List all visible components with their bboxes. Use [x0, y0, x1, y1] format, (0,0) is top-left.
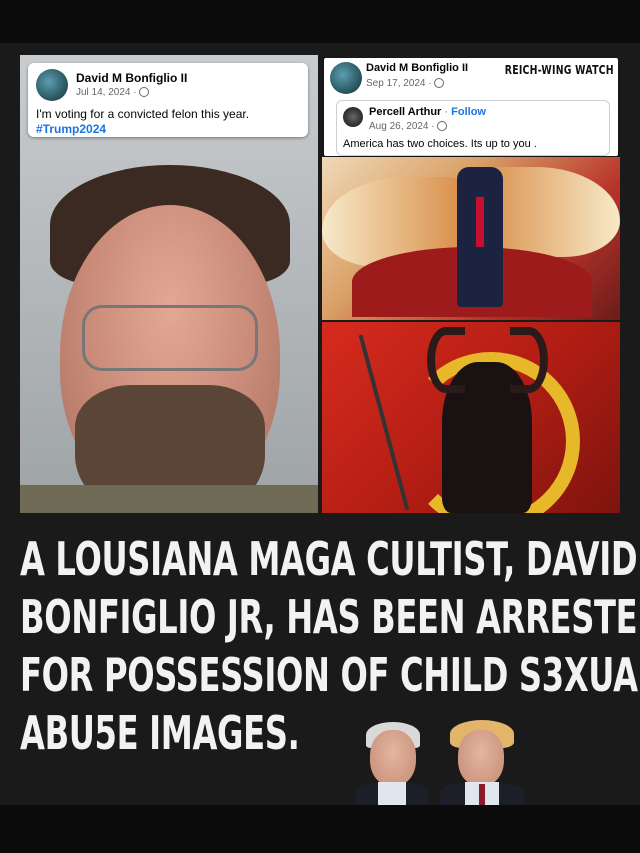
headline: A LOUSIANA MAGA CULTIST, DAVID BONFIGLIO… — [20, 530, 640, 762]
post-date: Jul 14, 2024 · — [76, 87, 149, 98]
follow-button[interactable]: Follow — [451, 106, 486, 118]
portrait-left — [356, 716, 428, 805]
mugshot-shirt — [20, 485, 318, 513]
staff — [358, 334, 410, 511]
watermark-brand: REICH-WING WATCH — [504, 63, 614, 77]
red-tie — [476, 197, 484, 247]
post-date: Sep 17, 2024 · — [366, 78, 444, 89]
portrait-right — [440, 716, 524, 805]
horn-right — [510, 327, 548, 393]
post-text: I'm voting for a convicted felon this ye… — [36, 107, 250, 121]
post-hashtag[interactable]: #Trump2024 — [36, 122, 106, 136]
shared-author[interactable]: Percell Arthur — [369, 106, 441, 118]
headline-line-1: A LOUSIANA MAGA CULTIST, DAVID — [20, 532, 638, 586]
portrait-face — [370, 730, 416, 786]
author-avatar[interactable] — [330, 62, 362, 94]
author-avatar[interactable] — [36, 69, 68, 101]
portrait-tie — [479, 784, 485, 805]
shared-author-avatar[interactable] — [343, 107, 363, 127]
post-author[interactable]: David M Bonfiglio II — [76, 71, 187, 85]
horn-left — [427, 327, 465, 393]
horned-figure-image — [322, 322, 620, 513]
headline-line-2: BONFIGLIO JR, HAS BEEN ARRESTED — [20, 590, 640, 644]
facebook-post-right[interactable]: David M Bonfiglio II Sep 17, 2024 · REIC… — [324, 58, 618, 156]
portrait-face — [458, 730, 504, 786]
eagle-figure-image — [322, 157, 620, 320]
globe-icon — [433, 78, 444, 89]
portrait-shirt — [377, 782, 407, 805]
mugshot-glasses — [82, 305, 258, 371]
globe-icon — [138, 87, 149, 98]
facebook-post-left[interactable]: David M Bonfiglio II Jul 14, 2024 · I'm … — [28, 63, 308, 137]
shared-author-line: Percell Arthur · Follow — [369, 106, 486, 118]
shared-date: Aug 26, 2024 · — [369, 121, 447, 132]
separator-dot: · — [444, 106, 449, 118]
shared-post[interactable]: Percell Arthur · Follow Aug 26, 2024 · A… — [336, 100, 610, 156]
post-author[interactable]: David M Bonfiglio II — [366, 62, 468, 74]
shared-text: America has two choices. Its up to you . — [343, 138, 537, 150]
headline-line-3: FOR POSSESSION OF CHILD S3XUAL — [20, 648, 640, 702]
globe-icon — [436, 121, 447, 132]
